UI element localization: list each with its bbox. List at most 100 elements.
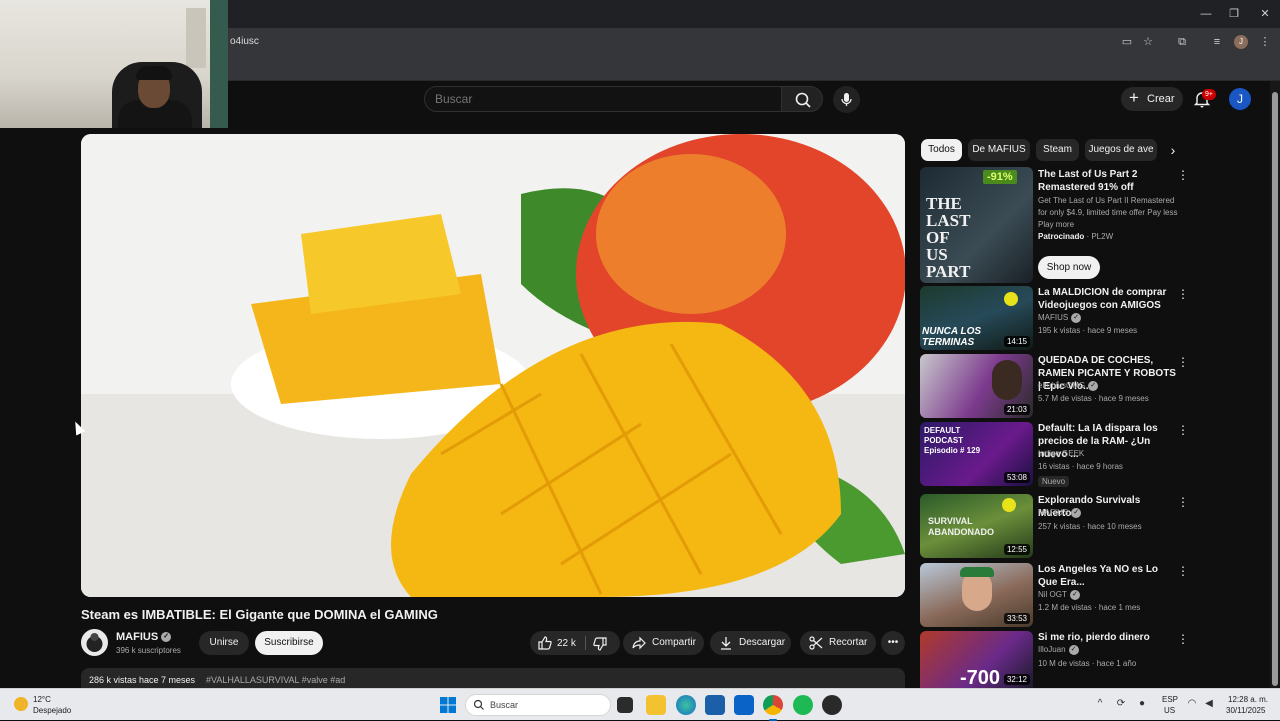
- taskbar-search[interactable]: Buscar: [465, 694, 611, 716]
- video-duration: 14:15: [1003, 336, 1030, 347]
- recommendation-thumbnail[interactable]: 33:53: [920, 563, 1033, 627]
- file-explorer-icon[interactable]: [646, 695, 666, 715]
- video-duration: 21:03: [1003, 404, 1030, 415]
- more-vertical-icon[interactable]: ⋮: [1177, 422, 1189, 438]
- clip-button[interactable]: Recortar: [800, 631, 876, 655]
- video-title: Steam es IMBATIBLE: El Gigante que DOMIN…: [81, 607, 438, 622]
- video-duration: 33:53: [1003, 613, 1030, 624]
- recommendation-channel: MAFIUS ✓: [1038, 508, 1082, 518]
- shop-now-button[interactable]: Shop now: [1038, 256, 1100, 279]
- channel-avatar[interactable]: [81, 629, 108, 656]
- sync-icon[interactable]: ⟳: [1115, 698, 1127, 710]
- download-button[interactable]: Descargar: [710, 631, 791, 655]
- video-duration: 32:12: [1003, 674, 1030, 685]
- clock-time[interactable]: 12:28 a. m.: [1228, 695, 1268, 704]
- more-vertical-icon[interactable]: ⋮: [1177, 631, 1189, 647]
- speaker-icon[interactable]: ◀: [1203, 698, 1215, 710]
- restore-icon[interactable]: ❐: [1226, 6, 1242, 22]
- profile-avatar[interactable]: J: [1234, 35, 1248, 49]
- more-menu-icon[interactable]: ⋮: [1258, 35, 1272, 49]
- ad-discount-badge: -91%: [983, 170, 1017, 184]
- bookmark-star-icon[interactable]: ☆: [1141, 35, 1155, 49]
- recommendation-channel: elrubiusOMG ✓: [1038, 381, 1099, 391]
- recommendation-channel: IlloJuan ✓: [1038, 645, 1079, 655]
- search-field[interactable]: [424, 86, 782, 112]
- dislike-icon[interactable]: [592, 636, 608, 652]
- media-icon[interactable]: ≡: [1210, 35, 1224, 49]
- join-button[interactable]: Unirse: [199, 631, 249, 655]
- input-language[interactable]: ESP: [1162, 695, 1178, 704]
- microphone-icon[interactable]: ●: [1136, 698, 1148, 710]
- ad-description: Get The Last of Us Part II Remastered fo…: [1038, 196, 1178, 229]
- recommendation-meta: 16 vistas · hace 9 horas: [1038, 462, 1123, 471]
- chevron-right-icon[interactable]: ›: [1163, 139, 1183, 161]
- recommendation-title[interactable]: Los Angeles Ya NO es Lo Que Era...: [1038, 563, 1176, 589]
- address-bar-url[interactable]: o4iusc: [230, 36, 259, 47]
- close-icon[interactable]: ✕: [1257, 6, 1273, 22]
- hashtags[interactable]: #VALHALLASURVIVAL #valve #ad: [206, 675, 345, 685]
- input-layout[interactable]: US: [1164, 706, 1175, 715]
- video-player[interactable]: [81, 134, 905, 597]
- recommendation-thumbnail[interactable]: DEFAULT PODCAST Episodio # 129 53:08: [920, 422, 1033, 486]
- more-actions-button[interactable]: •••: [881, 631, 905, 655]
- weather-moon-icon[interactable]: [14, 697, 28, 711]
- more-vertical-icon[interactable]: ⋮: [1177, 286, 1189, 302]
- recommendation-thumbnail[interactable]: 21:03: [920, 354, 1033, 418]
- search-icon: [795, 92, 811, 108]
- recommendation-channel: Nil OGT ✓: [1038, 590, 1080, 600]
- recommendation-channel: MAFIUS ✓: [1038, 313, 1082, 323]
- minimize-icon[interactable]: —: [1198, 6, 1214, 22]
- verified-check-icon: ✓: [1071, 313, 1082, 323]
- plus-icon: +: [1129, 88, 1139, 107]
- more-vertical-icon[interactable]: ⋮: [1177, 494, 1189, 510]
- recommendation-title[interactable]: La MALDICION de comprar Videojuegos con …: [1038, 286, 1176, 312]
- extensions-icon[interactable]: ⧉: [1175, 35, 1189, 49]
- account-avatar[interactable]: J: [1229, 88, 1251, 110]
- ad-more-icon[interactable]: ⋮: [1177, 168, 1189, 184]
- cast-icon[interactable]: ▭: [1120, 35, 1134, 49]
- recommendation-title[interactable]: Si me rio, pierdo dinero: [1038, 631, 1176, 644]
- subscribe-button[interactable]: Suscribirse: [255, 631, 323, 655]
- voice-search-button[interactable]: [833, 86, 860, 113]
- app-icon[interactable]: [822, 695, 842, 715]
- chip-de-mafius[interactable]: De MAFIUS: [968, 139, 1030, 161]
- search-input[interactable]: [425, 87, 781, 111]
- video-duration: 53:08: [1003, 472, 1030, 483]
- recommendation-channel: Indigo GEEK: [1038, 449, 1085, 458]
- microphone-icon: [841, 93, 852, 106]
- create-button[interactable]: + Crear: [1121, 87, 1183, 111]
- search-icon: [473, 699, 484, 710]
- wifi-icon[interactable]: ◠: [1186, 698, 1198, 710]
- ad-title[interactable]: The Last of Us Part 2 Remastered 91% off: [1038, 168, 1178, 194]
- clock-date[interactable]: 30/11/2025: [1226, 706, 1265, 715]
- more-vertical-icon[interactable]: ⋮: [1177, 354, 1189, 370]
- recommendation-meta: 10 M de vistas · hace 1 año: [1038, 659, 1137, 668]
- chrome-icon[interactable]: [763, 695, 783, 721]
- windows-start-icon[interactable]: [440, 697, 456, 713]
- task-view-icon[interactable]: [617, 697, 633, 713]
- weather-description[interactable]: Despejado: [33, 706, 71, 715]
- weather-temperature[interactable]: 12°C: [33, 695, 51, 704]
- search-button[interactable]: [781, 86, 823, 112]
- recommendation-thumbnail[interactable]: NUNCA LOS TERMINAS 14:15: [920, 286, 1033, 350]
- spotify-icon[interactable]: [793, 695, 813, 715]
- edge-icon[interactable]: [676, 695, 696, 715]
- chevron-up-icon[interactable]: ^: [1094, 698, 1106, 710]
- ad-thumbnail[interactable]: THE LAST OF US PART II PC: [920, 167, 1033, 283]
- chip-steam[interactable]: Steam: [1036, 139, 1079, 161]
- windows-taskbar: 12°C Despejado Buscar ^ ⟳ ● ESP US ◠ ◀ 1…: [0, 688, 1280, 721]
- download-icon: [721, 637, 731, 650]
- outlook-icon[interactable]: [734, 695, 754, 715]
- chip-juegos[interactable]: Juegos de ave: [1085, 139, 1157, 161]
- chip-todos[interactable]: Todos: [921, 139, 962, 161]
- channel-name[interactable]: MAFIUS ✓: [116, 631, 172, 643]
- video-frame-mango: [81, 134, 905, 597]
- recommendation-thumbnail[interactable]: -700 32:12: [920, 631, 1033, 688]
- scrollbar-thumb[interactable]: [1272, 92, 1278, 686]
- store-icon[interactable]: [705, 695, 725, 715]
- like-icon[interactable]: [537, 635, 553, 651]
- recommendation-thumbnail[interactable]: SURVIVAL ABANDONADO 12:55: [920, 494, 1033, 558]
- like-count: 22 k: [557, 638, 576, 649]
- share-button[interactable]: Compartir: [623, 631, 704, 655]
- more-vertical-icon[interactable]: ⋮: [1177, 563, 1189, 579]
